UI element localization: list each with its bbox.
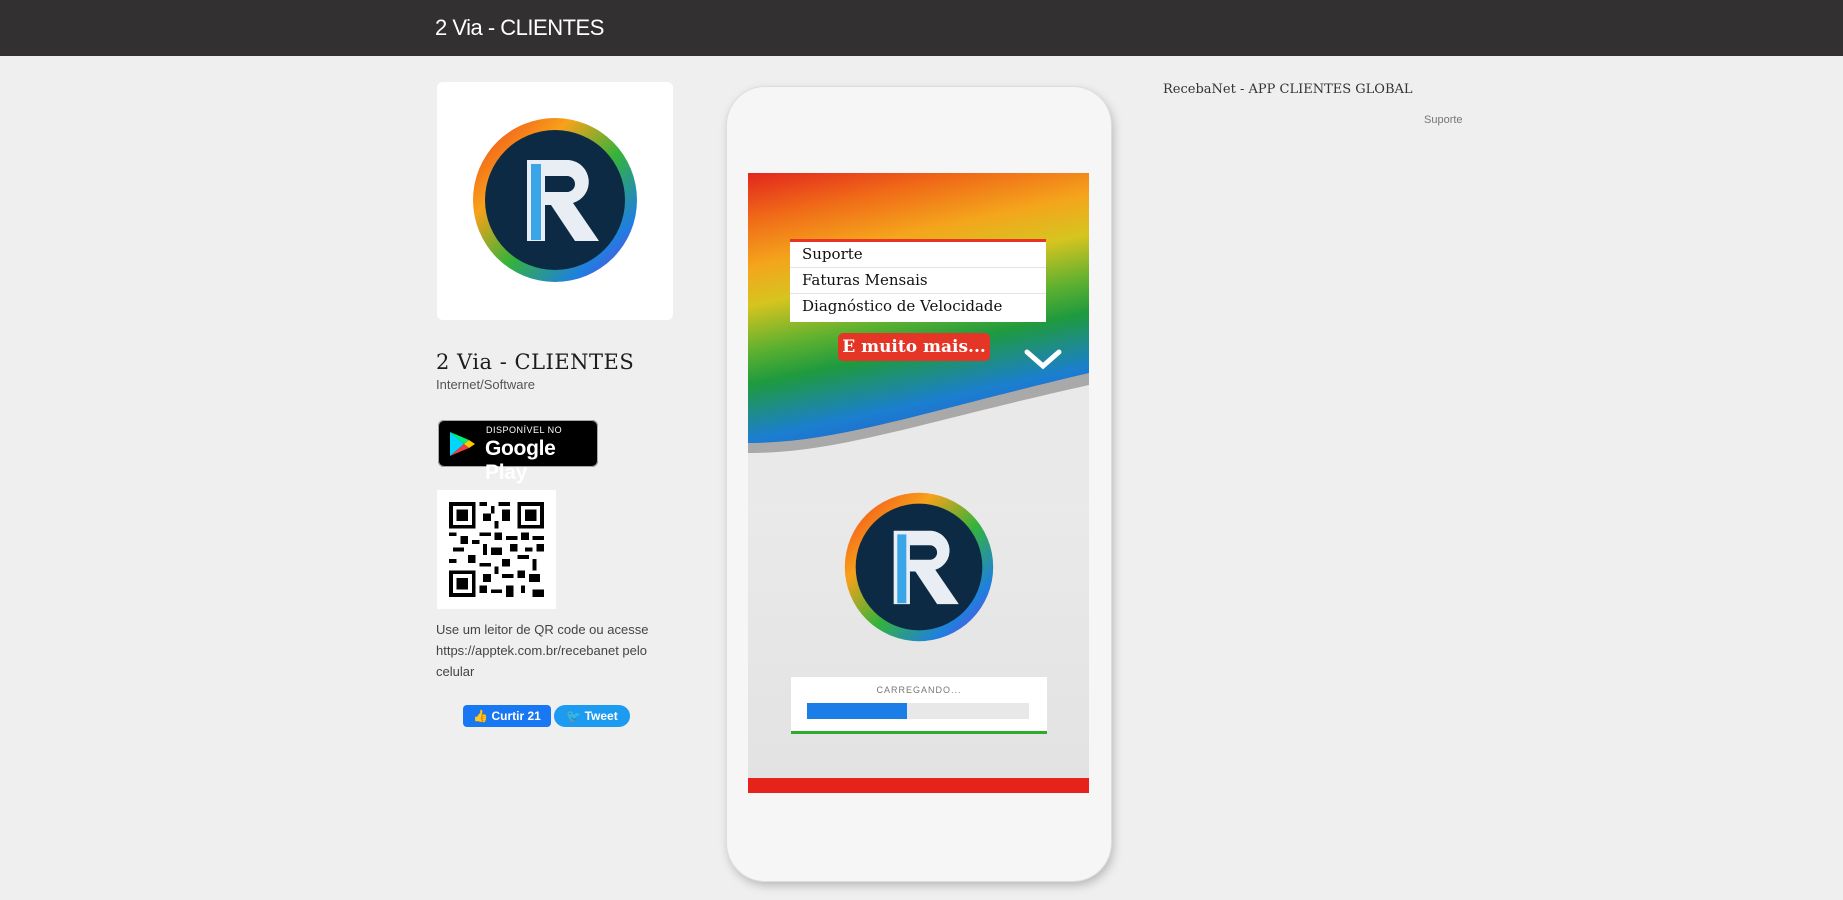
wave-divider <box>748 373 1089 503</box>
app-category: Internet/Software <box>436 377 535 392</box>
loading-label: CARREGANDO... <box>876 685 962 695</box>
progress-track <box>807 703 1029 719</box>
page-title: 2 Via - CLIENTES <box>435 15 604 40</box>
support-link[interactable]: Suporte <box>1424 114 1463 126</box>
menu-item-suporte: Suporte <box>790 242 1046 268</box>
menu-item-faturas: Faturas Mensais <box>790 268 1046 294</box>
splash-r-logo-icon <box>844 492 994 642</box>
qr-code-card <box>437 490 556 609</box>
app-heading: RecebaNet - APP CLIENTES GLOBAL <box>1163 82 1413 97</box>
tweet-button[interactable]: 🐦 Tweet <box>554 705 630 727</box>
app-screenshot: Suporte Faturas Mensais Diagnóstico de V… <box>748 173 1089 793</box>
loading-card: CARREGANDO... <box>791 677 1047 734</box>
tweet-label: Tweet <box>584 709 618 723</box>
app-title: 2 Via - CLIENTES <box>436 350 635 374</box>
google-play-icon <box>450 432 475 456</box>
chevron-down-icon <box>1024 349 1062 370</box>
top-bar: 2 Via - CLIENTES <box>0 0 1843 56</box>
facebook-like-icon: 👍 <box>473 709 489 723</box>
google-play-label: Google Play <box>485 437 556 484</box>
menu-card: Suporte Faturas Mensais Diagnóstico de V… <box>790 239 1046 322</box>
google-play-small-label: DISPONÍVEL NO <box>486 425 563 435</box>
twitter-icon: 🐦 <box>566 709 582 723</box>
progress-fill <box>807 703 907 719</box>
menu-item-diagnostico: Diagnóstico de Velocidade <box>802 297 1003 315</box>
r-logo-icon <box>473 118 637 282</box>
google-play-button[interactable]: DISPONÍVEL NO Google Play <box>438 420 598 484</box>
qr-instructions: Use um leitor de QR code ou acesse https… <box>436 622 649 679</box>
facebook-like-label: Curtir 21 <box>491 709 541 723</box>
facebook-like-button[interactable]: 👍 Curtir 21 <box>463 705 551 727</box>
bottom-red-strip <box>748 778 1089 793</box>
more-badge: E muito mais... <box>838 333 990 361</box>
qr-code-icon <box>449 502 544 597</box>
app-logo-card <box>437 82 673 320</box>
